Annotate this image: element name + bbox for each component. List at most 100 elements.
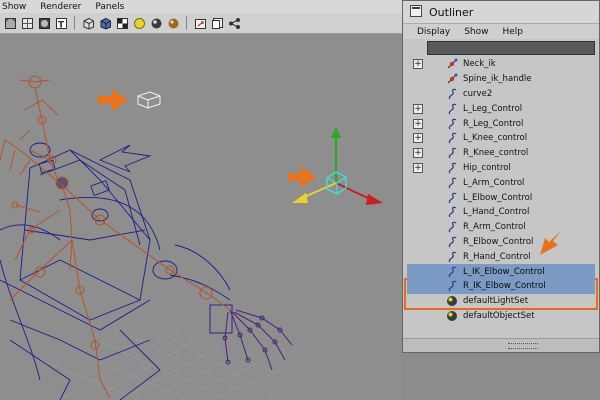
outliner-item-label: Neck_ik [463,59,496,70]
menu-show[interactable]: Show [2,2,26,12]
outliner-item-label: defaultObjectSet [463,310,535,321]
curve-icon [445,103,459,115]
outliner-item-label: L_Elbow_Control [463,192,533,203]
menu-show[interactable]: Show [464,27,488,37]
outliner-item-label: Spine_ik_handle [463,74,532,85]
move-manipulator[interactable] [292,126,383,205]
toolbar-separator [186,16,187,30]
use-lights-icon[interactable] [98,16,112,30]
3d-scene[interactable] [0,34,402,400]
annotation-arrow-icon [98,89,128,111]
outliner-item-label: R_Knee_control [463,148,529,159]
expand-placeholder [413,193,423,203]
smooth-shade-icon[interactable] [37,16,51,30]
outliner-item-label: R_Hand_Control [463,251,531,262]
ik-elbow-control-marker[interactable] [137,91,161,109]
wireframe-icon[interactable] [20,16,34,30]
outliner-item[interactable]: defaultLightSet [407,294,595,309]
outliner-item[interactable]: + Neck_ik [407,57,595,72]
outliner-item-label: R_Elbow_Control [463,236,534,247]
shadows-icon[interactable] [115,16,129,30]
curve-icon [445,221,459,233]
expand-toggle-icon[interactable]: + [413,59,423,70]
outliner-item[interactable]: L_Hand_Control [407,205,595,220]
expand-placeholder [413,89,423,99]
outliner-item[interactable]: L_IK_Elbow_Control [407,264,595,279]
expand-placeholder [413,311,423,321]
expand-toggle-icon[interactable]: + [413,148,423,159]
outliner-item-label: L_Leg_Control [463,103,523,114]
curve-icon [445,192,459,204]
expand-placeholder [413,252,423,262]
curve-icon [445,88,459,100]
set-icon [445,310,459,322]
outliner-item[interactable]: + Hip_control [407,161,595,176]
outliner-item-label: L_Hand_Control [463,207,530,218]
expand-placeholder [413,281,423,291]
outliner-item[interactable]: R_Hand_Control [407,249,595,264]
expand-toggle-icon[interactable]: + [413,118,423,129]
scrollbar-grip[interactable] [508,343,538,349]
view-cube-icon[interactable] [3,16,17,30]
outliner-titlebar[interactable]: Outliner [403,1,599,24]
curve-icon [445,236,459,248]
curve-icon [445,132,459,144]
horizontal-scrollbar[interactable] [403,338,599,352]
outliner-search-field[interactable] [427,41,595,55]
curve-icon [445,251,459,263]
menu-display[interactable]: Display [417,27,450,37]
menu-help[interactable]: Help [502,27,523,37]
curve-icon [445,147,459,159]
curve-icon [445,266,459,278]
outliner-item-label: R_Arm_Control [463,222,526,233]
textured-icon[interactable]: T [54,16,68,30]
curve-icon [445,280,459,292]
expand-toggle-icon[interactable]: + [413,103,423,114]
camera-icon[interactable] [193,16,207,30]
outliner-item[interactable]: defaultObjectSet [407,309,595,324]
ambient-occlusion-icon[interactable] [132,16,146,30]
ik-handle-icon [445,73,459,85]
hand-skeleton [222,309,293,371]
share-icon[interactable] [227,16,241,30]
svg-text:T: T [58,20,65,30]
expand-toggle-icon[interactable]: + [413,133,423,144]
viewport-toolbar: T [0,13,402,34]
background-panel [402,353,600,400]
expand-placeholder [413,74,423,84]
viewport-panel[interactable]: Show Renderer Panels T [0,0,402,400]
outliner-item[interactable]: + L_Knee_control [407,131,595,146]
annotation-arrow-icon [540,231,561,255]
menu-panels[interactable]: Panels [95,2,124,12]
outliner-item[interactable]: R_IK_Elbow_Control [407,278,595,294]
window-menu-icon[interactable] [409,4,423,21]
outliner-item[interactable]: R_Elbow_Control [407,235,595,250]
expand-placeholder [413,237,423,247]
snapshot-icon[interactable] [210,16,224,30]
outliner-item[interactable]: + L_Leg_Control [407,101,595,116]
set-icon [445,295,459,307]
outliner-item-label: curve2 [463,88,493,99]
curve-icon [445,118,459,130]
expand-placeholder [413,222,423,232]
bounding-box-icon[interactable] [81,16,95,30]
outliner-list: + Neck_ik Spine_ik_handle curve2 + L_Leg_Cont… [404,57,598,336]
expand-placeholder [413,178,423,188]
outliner-item[interactable]: + R_Knee_control [407,146,595,161]
outliner-item-label: defaultLightSet [463,296,529,307]
outliner-item[interactable]: curve2 [407,87,595,102]
character-skeleton [0,75,231,399]
outliner-item[interactable]: + R_Leg_Control [407,116,595,131]
xray-icon[interactable] [149,16,163,30]
viewport-menubar: Show Renderer Panels [0,0,402,13]
curve-icon [445,177,459,189]
menu-renderer[interactable]: Renderer [40,2,81,12]
outliner-title: Outliner [429,5,474,19]
expand-toggle-icon[interactable]: + [413,162,423,173]
isolate-icon[interactable] [166,16,180,30]
outliner-item[interactable]: L_Elbow_Control [407,190,595,205]
outliner-item[interactable]: R_Arm_Control [407,220,595,235]
outliner-item[interactable]: L_Arm_Control [407,175,595,190]
outliner-item-label: Hip_control [463,162,511,173]
outliner-item[interactable]: Spine_ik_handle [407,72,595,87]
